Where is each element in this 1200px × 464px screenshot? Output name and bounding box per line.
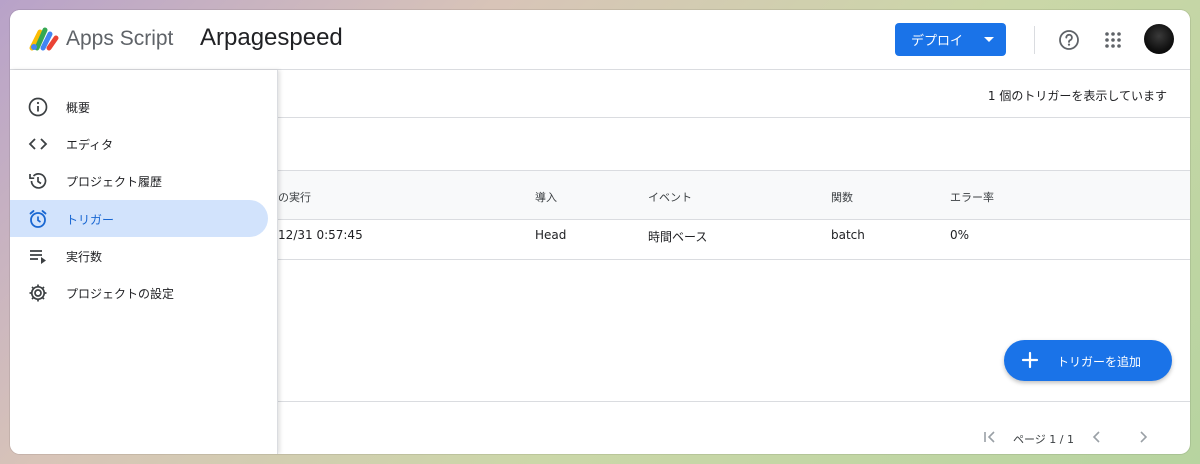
cell-function: batch — [831, 228, 865, 242]
info-icon — [28, 97, 48, 117]
column-header-deployment[interactable]: 導入 — [535, 189, 557, 205]
top-app-bar: Apps Script Arpagespeed デプロイ — [10, 10, 1190, 70]
sidebar-item-triggers[interactable]: トリガー — [10, 200, 268, 237]
next-page-icon[interactable] — [1136, 430, 1150, 444]
page-indicator: ページ 1 / 1 — [1013, 433, 1074, 446]
product-name: Apps Script — [66, 27, 174, 50]
column-header-error-rate[interactable]: エラー率 — [950, 189, 994, 205]
sidebar-item-label: 概要 — [66, 101, 91, 115]
column-header-event[interactable]: イベント — [648, 189, 692, 205]
account-avatar[interactable] — [1144, 24, 1174, 54]
apps-grid-icon[interactable] — [1104, 31, 1122, 49]
sidebar-item-label: プロジェクトの設定 — [66, 287, 175, 301]
alarm-icon — [29, 210, 47, 228]
chevron-down-icon — [984, 37, 994, 42]
sidebar-item-project-settings[interactable]: プロジェクトの設定 — [10, 274, 268, 311]
executions-icon — [30, 250, 46, 264]
add-trigger-label: トリガーを追加 — [1057, 355, 1142, 369]
apps-script-logo-icon[interactable] — [28, 26, 62, 52]
sidebar-item-label: エディタ — [66, 138, 114, 152]
column-header-function[interactable]: 関数 — [831, 189, 853, 205]
sidebar-item-label: プロジェクト履歴 — [66, 175, 163, 189]
navigation-drawer: 概要 エディタ プロジェクト履歴 トリガー 実行数 プロジェクトの設定 — [10, 70, 278, 454]
sidebar-item-executions[interactable]: 実行数 — [10, 237, 268, 274]
plus-icon — [1021, 351, 1039, 369]
history-icon — [29, 173, 47, 189]
cell-last-run: /12/31 0:57:45 — [274, 228, 363, 242]
project-title[interactable]: Arpagespeed — [200, 24, 343, 52]
cell-event: 時間ベース — [648, 230, 708, 244]
cell-deployment: Head — [535, 228, 567, 242]
sidebar-item-overview[interactable]: 概要 — [10, 88, 268, 125]
cell-error-rate: 0% — [950, 228, 970, 242]
sidebar-item-label: 実行数 — [66, 250, 103, 264]
trigger-count-summary: 1 個のトリガーを表示しています — [987, 89, 1167, 103]
gear-icon — [29, 284, 47, 302]
first-page-icon[interactable] — [983, 430, 997, 444]
column-header-last-run[interactable]: の実行 — [278, 189, 311, 205]
sidebar-item-project-history[interactable]: プロジェクト履歴 — [10, 162, 268, 199]
code-icon — [28, 138, 48, 150]
sidebar-item-label: トリガー — [66, 213, 115, 227]
deploy-button[interactable]: デプロイ — [895, 23, 1006, 56]
add-trigger-button[interactable]: トリガーを追加 — [1004, 340, 1172, 381]
sidebar-item-editor[interactable]: エディタ — [10, 125, 268, 162]
deploy-button-label: デプロイ — [911, 34, 964, 49]
app-window: Apps Script Arpagespeed デプロイ 1 個のトリガーを表示… — [10, 10, 1190, 454]
header-divider — [1034, 26, 1035, 54]
help-icon[interactable] — [1058, 29, 1080, 51]
previous-page-icon[interactable] — [1090, 430, 1104, 444]
